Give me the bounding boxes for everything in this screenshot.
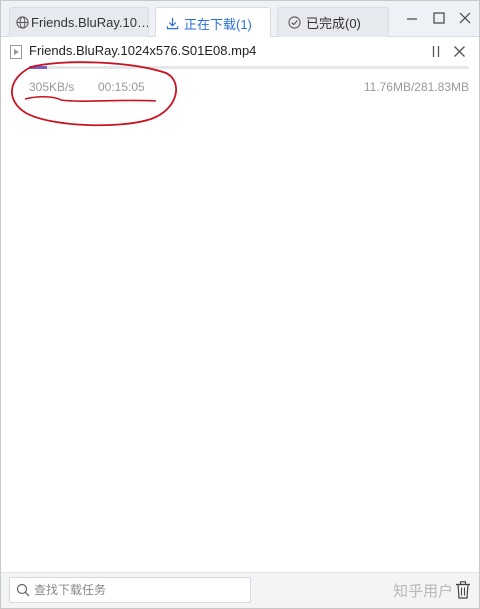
tab-downloading[interactable]: 正在下载(1) — [155, 7, 271, 38]
maximize-icon — [433, 12, 445, 24]
pause-button[interactable] — [427, 42, 445, 60]
maximize-button[interactable] — [428, 7, 450, 29]
downloaded-size: 11.76MB/281.83MB — [363, 80, 469, 94]
close-icon — [453, 45, 465, 57]
search-box[interactable] — [9, 577, 251, 603]
tab-completed-label: 已完成(0) — [306, 16, 361, 31]
search-icon — [16, 583, 30, 597]
download-speed: 305KB/s — [29, 80, 75, 94]
pause-icon — [432, 45, 440, 57]
cancel-task-button[interactable] — [450, 42, 468, 60]
tab-source-site[interactable]: Friends.BluRay.10… — [9, 7, 149, 37]
bottom-bar: 知乎用户 — [1, 572, 479, 608]
download-progress-bar — [29, 66, 469, 69]
search-input[interactable] — [34, 579, 250, 601]
video-file-icon — [10, 45, 22, 59]
tab-completed[interactable]: 已完成(0) — [277, 7, 389, 37]
download-task-row[interactable]: Friends.BluRay.1024x576.S01E08.mp4 305KB… — [1, 37, 479, 105]
globe-icon — [16, 15, 29, 31]
tab-source-site-label: Friends.BluRay.10… — [31, 15, 149, 30]
watermark-text: 知乎用户 — [392, 582, 453, 600]
close-icon — [459, 12, 471, 24]
file-name: Friends.BluRay.1024x576.S01E08.mp4 — [29, 43, 257, 58]
tab-bar: Friends.BluRay.10… 正在下载(1) 已完成(0) — [1, 1, 479, 38]
download-icon — [164, 15, 180, 31]
trash-icon — [456, 581, 470, 599]
check-circle-icon — [286, 15, 302, 31]
delete-button[interactable] — [455, 581, 471, 599]
time-remaining: 00:15:05 — [98, 80, 145, 94]
download-progress-fill — [29, 66, 48, 69]
minimize-icon — [407, 18, 417, 20]
tab-downloading-label: 正在下载(1) — [184, 16, 252, 32]
close-window-button[interactable] — [454, 7, 476, 29]
minimize-button[interactable] — [401, 7, 423, 29]
